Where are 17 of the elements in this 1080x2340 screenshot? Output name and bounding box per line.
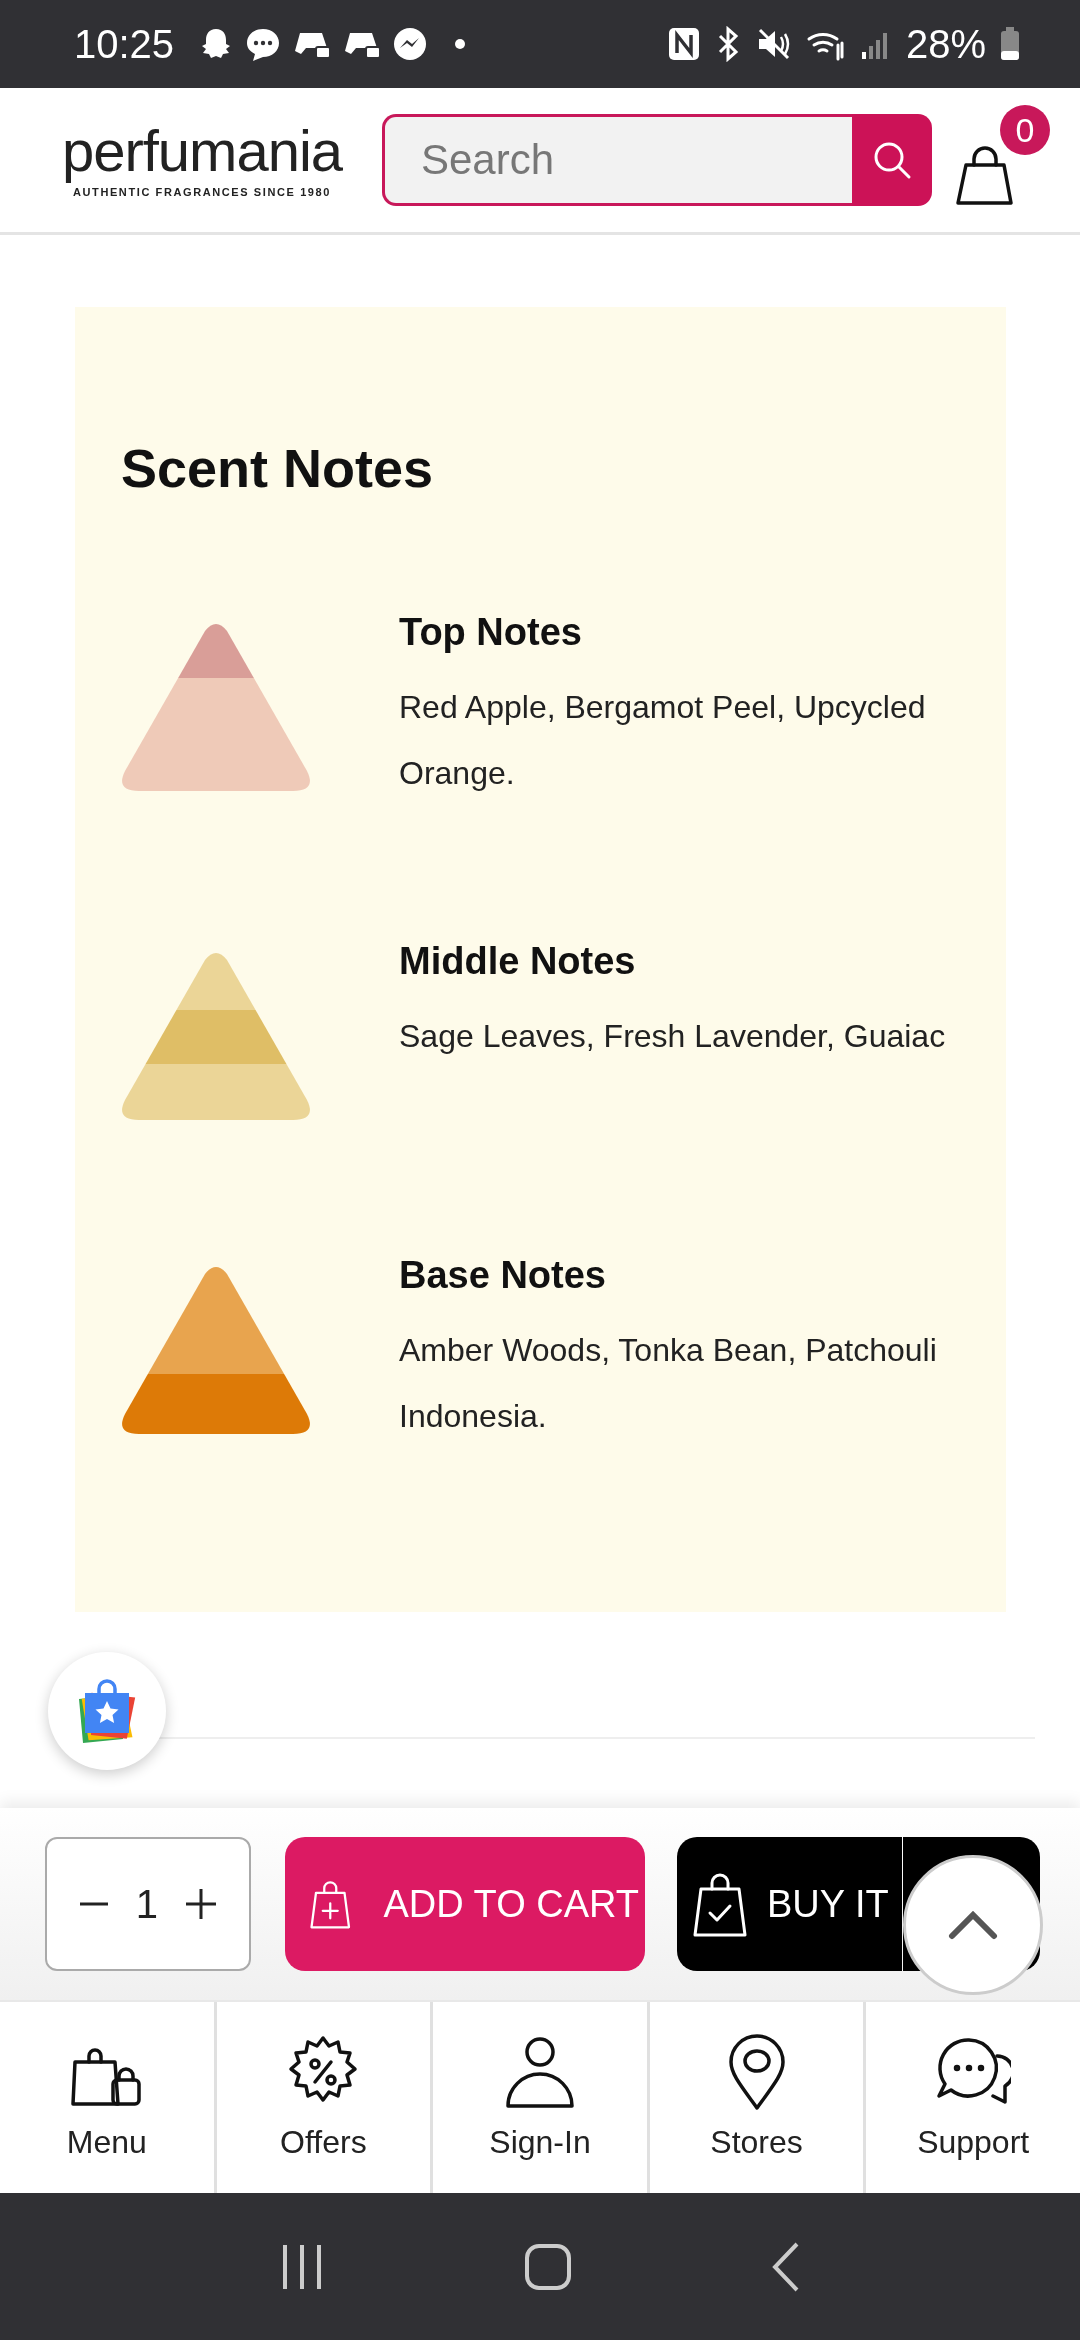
battery-level: 28% bbox=[905, 21, 986, 67]
cart-button[interactable]: 0 bbox=[954, 105, 1050, 215]
add-to-cart-button[interactable]: ADD TO CART bbox=[285, 1837, 645, 1971]
section-title: Scent Notes bbox=[121, 437, 435, 499]
search-field[interactable]: Search bbox=[382, 114, 852, 206]
note-description: Sage Leaves, Fresh Lavender, Guaiac bbox=[399, 1017, 947, 1056]
clock: 10:25 bbox=[74, 21, 175, 67]
note-description: Amber Woods, Tonka Bean, Patchouli Indonesia. bbox=[399, 1331, 938, 1436]
note-title: Top Notes bbox=[399, 611, 583, 654]
note-title: Middle Notes bbox=[399, 940, 637, 983]
buy-now-button[interactable]: BUY IT bbox=[677, 1837, 902, 1971]
cart-count: 0 bbox=[1000, 105, 1050, 155]
tagline: AUTHENTIC FRAGRANCES SINCE 1980 bbox=[73, 186, 331, 198]
quantity-value: 1 bbox=[135, 1881, 159, 1927]
note-title: Base Notes bbox=[399, 1254, 607, 1297]
note-description: Red Apple, Bergamot Peel, Upcycled Orange. bbox=[399, 688, 927, 793]
quantity-stepper[interactable]: 1 bbox=[45, 1837, 251, 1971]
